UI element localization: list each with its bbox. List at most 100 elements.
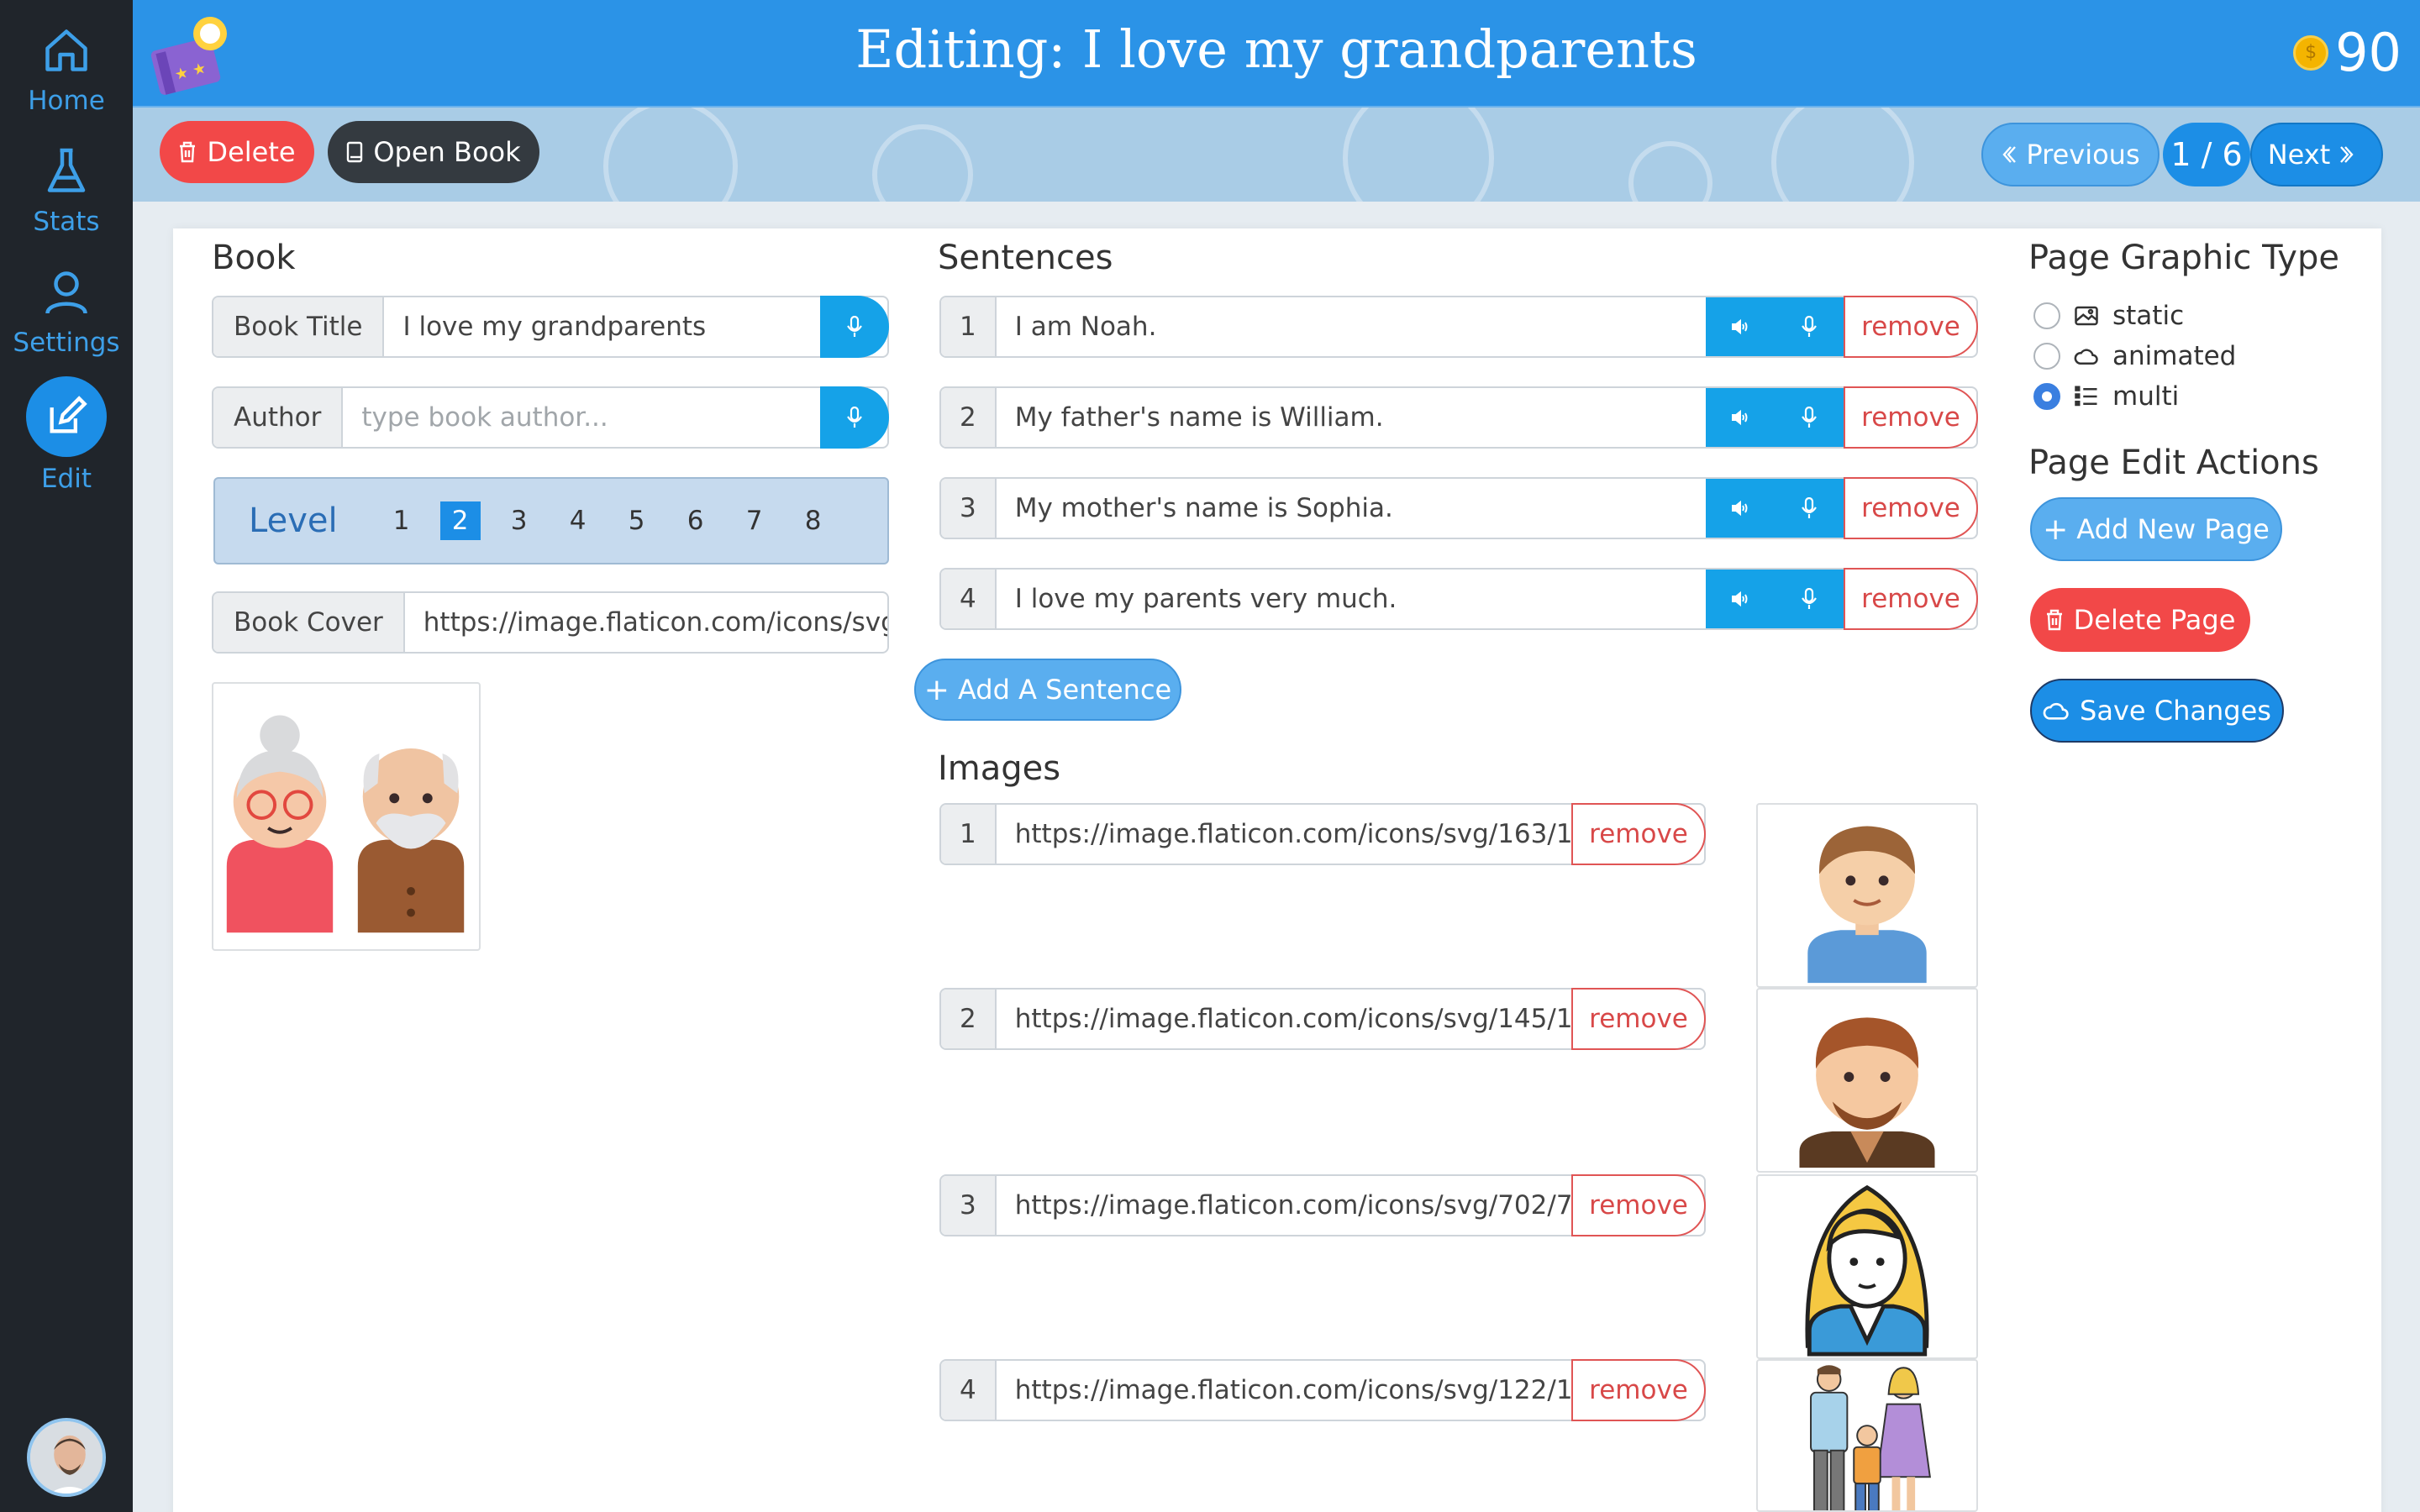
flask-icon <box>47 148 86 192</box>
book-cover-input[interactable]: https://image.flaticon.com/icons/svg/3 <box>405 593 887 652</box>
level-option-2[interactable]: 2 <box>439 501 481 540</box>
image-row: 2 https://image.flaticon.com/icons/svg/1… <box>939 988 1706 1050</box>
nav-stats[interactable]: Stats <box>0 146 133 237</box>
image-url-input[interactable]: https://image.flaticon.com/icons/svg/145… <box>997 990 1571 1048</box>
chevron-left-icon <box>2002 146 2017 163</box>
microphone-icon <box>1802 407 1817 428</box>
image-number: 1 <box>941 805 997 864</box>
book-title-mic-button[interactable] <box>820 296 889 358</box>
graphic-type-radio-multi[interactable] <box>2033 383 2060 410</box>
book-cover-preview <box>212 682 481 951</box>
sentence-speak-button[interactable] <box>1706 479 1775 538</box>
graphic-type-option-static[interactable]: static <box>2033 301 2184 331</box>
microphone-icon <box>847 407 862 428</box>
nav-settings[interactable]: Settings <box>0 267 133 358</box>
sentence-mic-button[interactable] <box>1775 479 1844 538</box>
author-group: Author type book author... <box>212 386 889 449</box>
image-remove-button[interactable]: remove <box>1571 803 1706 865</box>
image-icon <box>2075 306 2098 326</box>
microphone-icon <box>1802 316 1817 337</box>
delete-book-button[interactable]: Delete <box>160 121 314 183</box>
sentence-remove-button[interactable]: remove <box>1844 386 1978 449</box>
graphic-type-label-multi: multi <box>2112 381 2180 412</box>
sentence-input[interactable]: I love my parents very much. <box>997 570 1706 628</box>
previous-page-button[interactable]: Previous <box>1981 123 2160 186</box>
image-number: 2 <box>941 990 997 1048</box>
next-page-button[interactable]: Next <box>2250 123 2383 186</box>
image-remove-button[interactable]: remove <box>1571 1174 1706 1236</box>
level-option-4[interactable]: 4 <box>558 501 598 540</box>
graphic-type-label-animated: animated <box>2112 341 2237 371</box>
sentence-speak-button[interactable] <box>1706 570 1775 628</box>
toolbar: Delete Open Book Previous 1 / 6 Next <box>133 108 2420 202</box>
image-remove-button[interactable]: remove <box>1571 1359 1706 1421</box>
author-mic-button[interactable] <box>820 386 889 449</box>
book-icon <box>347 141 363 163</box>
background-doodle <box>872 124 973 202</box>
microphone-icon <box>1802 588 1817 609</box>
graphic-type-label-static: static <box>2112 301 2185 331</box>
book-section-heading: Book <box>212 239 296 277</box>
image-row: 3 https://image.flaticon.com/icons/svg/7… <box>939 1174 1706 1236</box>
graphic-type-option-multi[interactable]: multi <box>2033 381 2179 412</box>
plus-icon: + <box>2043 512 2069 547</box>
level-option-1[interactable]: 1 <box>381 501 422 540</box>
level-option-7[interactable]: 7 <box>734 501 775 540</box>
level-option-6[interactable]: 6 <box>676 501 716 540</box>
sentence-input[interactable]: My father's name is William. <box>997 388 1706 447</box>
sentence-remove-button[interactable]: remove <box>1844 296 1978 358</box>
level-option-5[interactable]: 5 <box>617 501 657 540</box>
sentence-input[interactable]: My mother's name is Sophia. <box>997 479 1706 538</box>
boy-illustration-icon <box>1807 826 1927 984</box>
speaker-icon <box>1732 591 1748 607</box>
save-changes-label: Save Changes <box>2080 695 2271 727</box>
graphic-type-radio-animated[interactable] <box>2033 343 2060 370</box>
nav-edit[interactable]: Edit <box>0 376 133 494</box>
microphone-icon <box>847 316 862 337</box>
trash-icon <box>180 141 196 163</box>
sentence-remove-button[interactable]: remove <box>1844 477 1978 539</box>
image-preview <box>1756 1359 1978 1512</box>
image-url-input[interactable]: https://image.flaticon.com/icons/svg/702… <box>997 1176 1571 1235</box>
open-book-button[interactable]: Open Book <box>328 121 539 183</box>
image-url-input[interactable]: https://image.flaticon.com/icons/svg/163… <box>997 805 1571 864</box>
image-row: 1 https://image.flaticon.com/icons/svg/1… <box>939 803 1706 865</box>
nav-home-label: Home <box>28 86 105 116</box>
coin-icon: $ <box>2293 34 2329 71</box>
sentence-speak-button[interactable] <box>1706 297 1775 356</box>
image-url-input[interactable]: https://image.flaticon.com/icons/svg/122… <box>997 1361 1571 1420</box>
image-remove-button[interactable]: remove <box>1571 988 1706 1050</box>
author-input[interactable]: type book author... <box>343 388 820 447</box>
book-title-group: Book Title I love my grandparents <box>212 296 889 358</box>
coin-count: 90 <box>2335 22 2402 83</box>
avatar[interactable] <box>27 1418 106 1497</box>
level-selector: Level 1 2 3 4 5 6 7 8 <box>213 477 889 564</box>
nav-home[interactable]: Home <box>0 25 133 116</box>
add-sentence-button[interactable]: + Add A Sentence <box>914 659 1181 721</box>
graphic-type-radio-static[interactable] <box>2033 302 2060 329</box>
sentence-number: 3 <box>941 479 997 538</box>
sentence-row: 1 I am Noah. remove <box>939 296 1978 358</box>
sentence-speak-button[interactable] <box>1706 388 1775 447</box>
sentence-mic-button[interactable] <box>1775 297 1844 356</box>
sentence-mic-button[interactable] <box>1775 388 1844 447</box>
trash-icon <box>2046 609 2062 631</box>
graphic-type-option-animated[interactable]: animated <box>2033 341 2236 371</box>
sentence-row: 4 I love my parents very much. remove <box>939 568 1978 630</box>
image-number: 3 <box>941 1176 997 1235</box>
level-option-8[interactable]: 8 <box>793 501 834 540</box>
page-graphic-type-heading: Page Graphic Type <box>2028 239 2339 277</box>
nav-stats-label: Stats <box>33 207 100 237</box>
sentence-remove-button[interactable]: remove <box>1844 568 1978 630</box>
level-option-3[interactable]: 3 <box>499 501 539 540</box>
coin-balance: $ 90 <box>2293 22 2402 83</box>
page-edit-actions-heading: Page Edit Actions <box>2028 444 2319 482</box>
image-number: 4 <box>941 1361 997 1420</box>
delete-page-button[interactable]: Delete Page <box>2030 588 2250 652</box>
sentence-number: 1 <box>941 297 997 356</box>
sentence-input[interactable]: I am Noah. <box>997 297 1706 356</box>
sentence-mic-button[interactable] <box>1775 570 1844 628</box>
book-title-input[interactable]: I love my grandparents <box>384 297 820 356</box>
save-changes-button[interactable]: Save Changes <box>2030 679 2284 743</box>
add-new-page-button[interactable]: + Add New Page <box>2030 497 2282 561</box>
